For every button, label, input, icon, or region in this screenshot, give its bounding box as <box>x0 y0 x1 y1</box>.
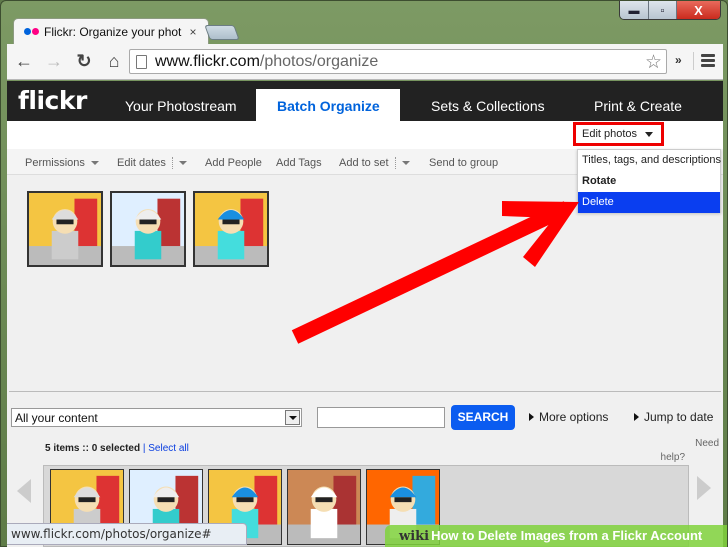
caret-down-icon <box>645 131 654 137</box>
action-add-people[interactable]: Add People <box>205 157 262 169</box>
selection-status: 5 items :: 0 selected | Select all <box>45 443 189 454</box>
caret-down-icon <box>90 161 99 166</box>
more-options-link[interactable]: More options <box>529 410 608 424</box>
flickr-logo[interactable]: flickr <box>18 86 87 115</box>
select-all-link[interactable]: Select all <box>148 443 189 454</box>
tab-close-icon[interactable]: × <box>186 25 200 39</box>
action-edit-dates[interactable]: Edit dates <box>117 157 187 170</box>
content-filter-select[interactable]: All your content <box>11 408 302 427</box>
need-help-link[interactable]: Need help? <box>647 437 719 465</box>
action-send-to-group[interactable]: Send to group <box>429 157 498 169</box>
nav-print-create[interactable]: Print & Create <box>594 98 682 114</box>
triangle-right-icon <box>529 413 534 421</box>
page-icon <box>136 54 147 69</box>
tab-title: Flickr: Organize your phot <box>44 24 182 39</box>
menu-item-delete[interactable]: Delete <box>578 192 720 213</box>
caret-down-icon <box>178 161 187 166</box>
reload-icon[interactable]: ↻ <box>71 49 97 75</box>
filter-select-value: All your content <box>15 411 98 425</box>
maximize-button[interactable]: ▫ <box>648 1 676 19</box>
flickr-favicon-blue-dot <box>24 28 31 35</box>
forward-icon[interactable]: → <box>41 49 67 75</box>
action-add-to-set[interactable]: Add to set <box>339 157 410 170</box>
bookmark-star-icon[interactable]: ☆ <box>645 51 662 74</box>
url-host: www.flickr.com <box>155 52 260 70</box>
batch-photo-thumbnail[interactable] <box>193 191 269 267</box>
batch-photo-thumbnail[interactable] <box>27 191 103 267</box>
flickr-favicon-pink-dot <box>32 28 39 35</box>
page-content: flickr Your Photostream Batch Organize S… <box>7 81 723 547</box>
strip-prev-arrow-icon[interactable] <box>17 479 31 503</box>
window-controls: ▬ ▫ X <box>619 1 721 20</box>
close-window-button[interactable]: X <box>676 1 720 19</box>
new-tab-button[interactable] <box>204 25 240 40</box>
search-button[interactable]: SEARCH <box>451 405 515 430</box>
section-divider <box>9 391 721 392</box>
address-bar[interactable]: www.flickr.com /photos/organize ☆ <box>129 49 667 74</box>
caret-down-icon <box>401 161 410 166</box>
url-path: /photos/organize <box>259 52 379 70</box>
action-add-tags[interactable]: Add Tags <box>276 157 322 169</box>
nav-your-photostream[interactable]: Your Photostream <box>125 98 237 114</box>
edit-photos-label: Edit photos <box>582 128 638 140</box>
action-permissions[interactable]: Permissions <box>25 157 99 169</box>
flickr-nav-bar: flickr Your Photostream Batch Organize S… <box>7 81 723 122</box>
batch-photo-thumbnail[interactable] <box>110 191 186 267</box>
triangle-right-icon <box>634 413 639 421</box>
nav-batch-organize[interactable]: Batch Organize <box>256 89 400 122</box>
banner-title: How to Delete Images from a Flickr Accou… <box>431 528 703 543</box>
menu-item-rotate[interactable]: Rotate <box>578 171 720 192</box>
back-icon[interactable]: ← <box>11 49 37 75</box>
nav-sets-collections[interactable]: Sets & Collections <box>431 98 545 114</box>
jump-to-date-link[interactable]: Jump to date <box>634 410 713 424</box>
strip-photo-thumbnail[interactable] <box>287 469 361 545</box>
edit-photos-button[interactable]: Edit photos <box>573 122 664 146</box>
home-icon[interactable]: ⌂ <box>101 49 127 75</box>
browser-window: ▬ ▫ X Flickr: Organize your phot × ← → ↻… <box>0 0 728 547</box>
edit-photos-menu: Titles, tags, and descriptions Rotate De… <box>577 149 721 213</box>
strip-next-arrow-icon[interactable] <box>697 476 711 500</box>
browser-tab[interactable]: Flickr: Organize your phot × <box>13 18 209 44</box>
search-input[interactable] <box>317 407 445 428</box>
status-bar-url: www.flickr.com/photos/organize# <box>7 523 247 545</box>
wikihow-logo: wiki <box>399 529 430 544</box>
extensions-overflow-icon[interactable]: » <box>675 53 682 67</box>
nav-batch-organize-label: Batch Organize <box>277 98 380 114</box>
minimize-button[interactable]: ▬ <box>620 1 648 19</box>
toolbar-separator <box>693 52 694 70</box>
menu-item-titles-tags[interactable]: Titles, tags, and descriptions <box>578 150 721 171</box>
select-dropdown-icon[interactable] <box>285 410 300 425</box>
wikihow-banner: wiki How to Delete Images from a Flickr A… <box>385 525 727 547</box>
chrome-menu-icon[interactable] <box>701 54 715 69</box>
browser-toolbar: ← → ↻ ⌂ www.flickr.com /photos/organize … <box>7 44 723 80</box>
